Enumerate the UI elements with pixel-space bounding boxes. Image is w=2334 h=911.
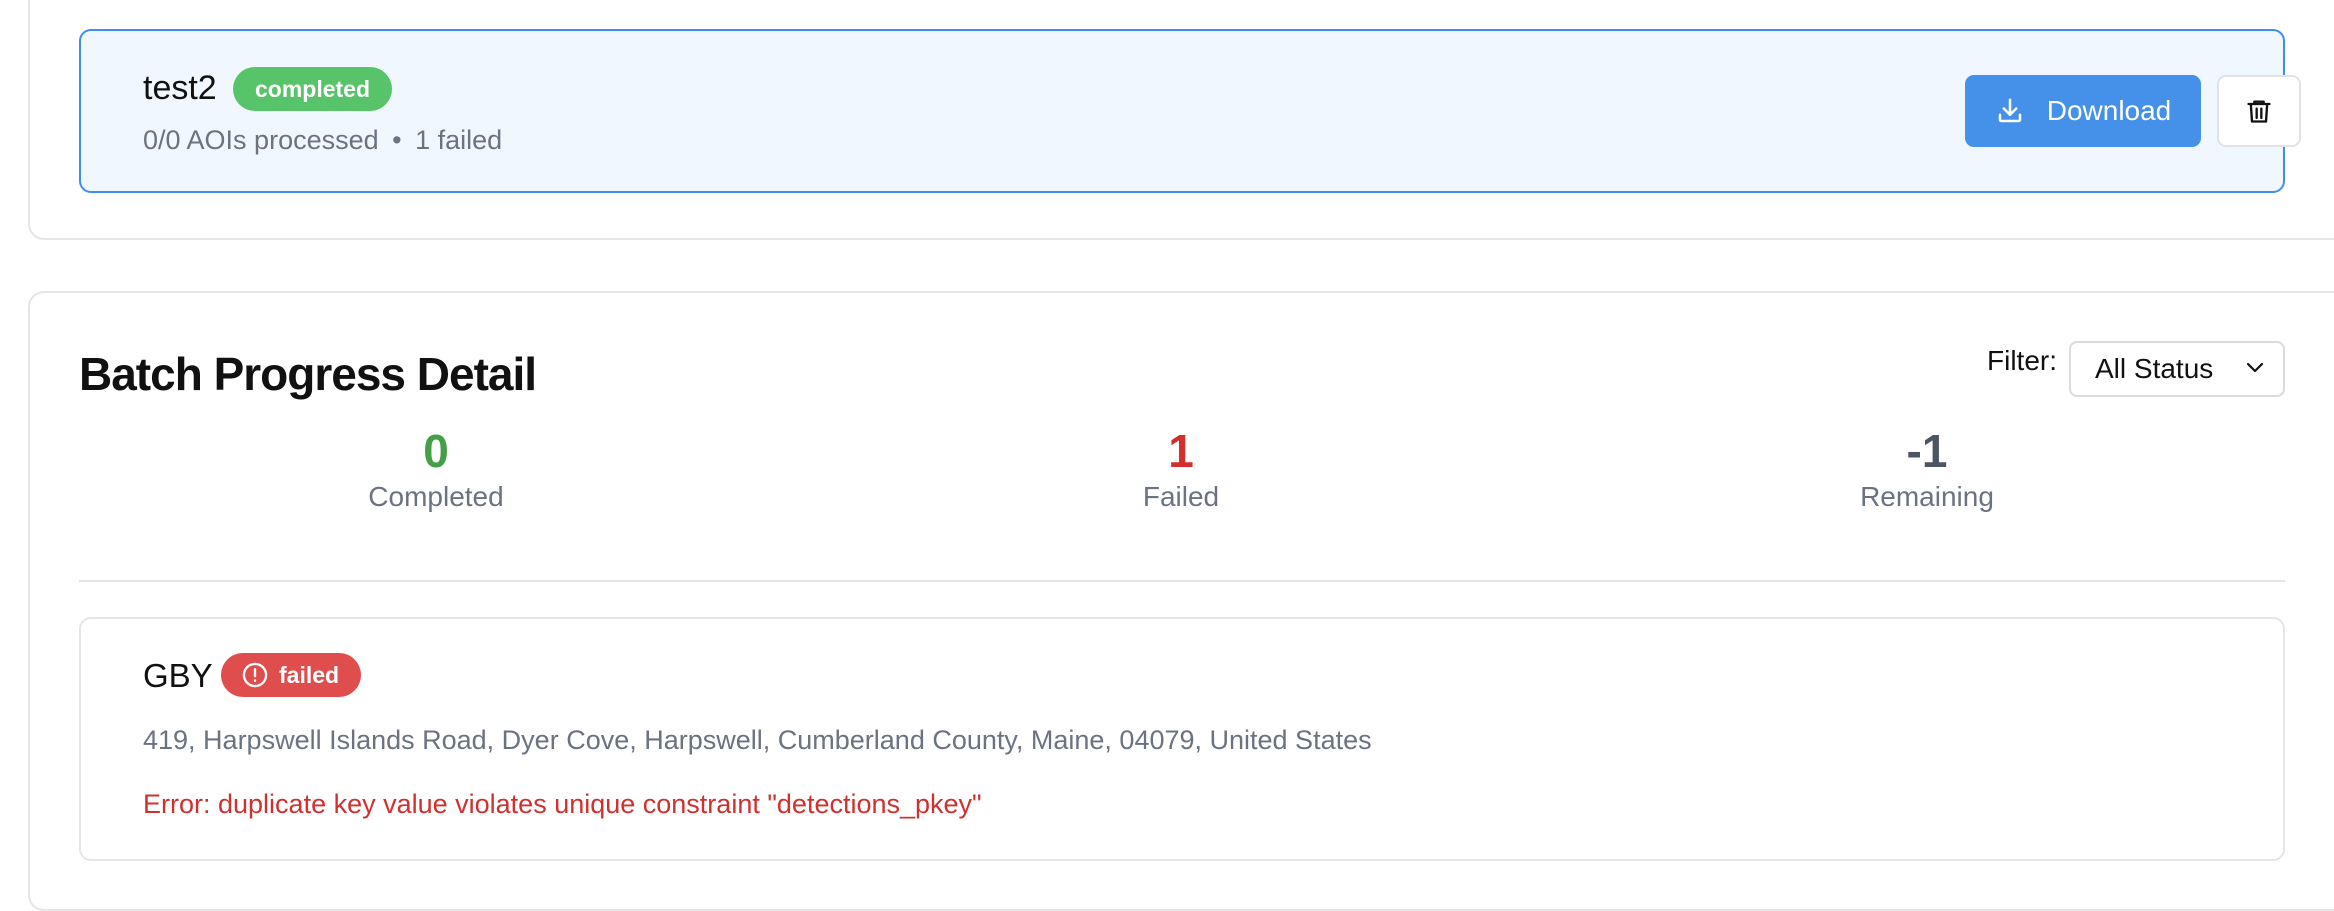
stat-failed: 1 Failed — [1031, 423, 1331, 513]
job-meta: 0/0 AOIs processed • 1 failed — [143, 125, 502, 156]
divider — [79, 580, 2285, 582]
download-icon — [1998, 98, 2021, 123]
aoi-item: GBY failed 419, Harpswell Islands Road, … — [79, 617, 2285, 861]
status-badge-completed: completed — [233, 67, 393, 111]
aoi-name: GBY — [143, 657, 213, 694]
stat-remaining-label: Remaining — [1860, 481, 1994, 512]
stat-remaining-value: -1 — [1906, 425, 1948, 477]
aoi-address: 419, Harpswell Islands Road, Dyer Cove, … — [143, 725, 1372, 755]
download-button-label: Download — [2046, 95, 2172, 126]
filter-label: Filter: — [1987, 345, 2057, 376]
job-name: test2 — [143, 69, 217, 107]
filter-selected-value: All Status — [2095, 353, 2214, 384]
stat-completed-value: 0 — [423, 425, 449, 477]
status-filter-select[interactable]: All Status — [2069, 341, 2285, 397]
batch-job-row[interactable]: test2 completed 0/0 AOIs processed • 1 f… — [79, 29, 2301, 193]
chevron-down-icon — [2246, 362, 2264, 373]
status-badge-failed: failed — [221, 653, 362, 697]
trash-icon — [2247, 100, 2271, 123]
job-processed-count: 0/0 AOIs processed — [143, 125, 379, 155]
stat-completed: 0 Completed — [286, 423, 586, 513]
stat-failed-label: Failed — [1142, 481, 1220, 512]
section-title: Batch Progress Detail — [79, 348, 537, 400]
delete-button[interactable] — [2217, 75, 2301, 147]
stat-failed-value: 1 — [1168, 425, 1194, 477]
stat-remaining: -1 Remaining — [1777, 423, 2077, 513]
download-button[interactable]: Download — [1965, 75, 2201, 147]
job-failed-count: 1 failed — [415, 125, 503, 155]
alert-circle-icon — [242, 662, 268, 688]
status-badge-failed-label: failed — [279, 662, 340, 688]
batch-progress-card: Batch Progress Detail Filter: All Status… — [28, 291, 2334, 911]
meta-separator: • — [392, 125, 402, 155]
batch-job-card: test2 completed 0/0 AOIs processed • 1 f… — [28, 0, 2334, 240]
aoi-error-message: Error: duplicate key value violates uniq… — [143, 789, 982, 819]
stat-completed-label: Completed — [368, 481, 504, 512]
